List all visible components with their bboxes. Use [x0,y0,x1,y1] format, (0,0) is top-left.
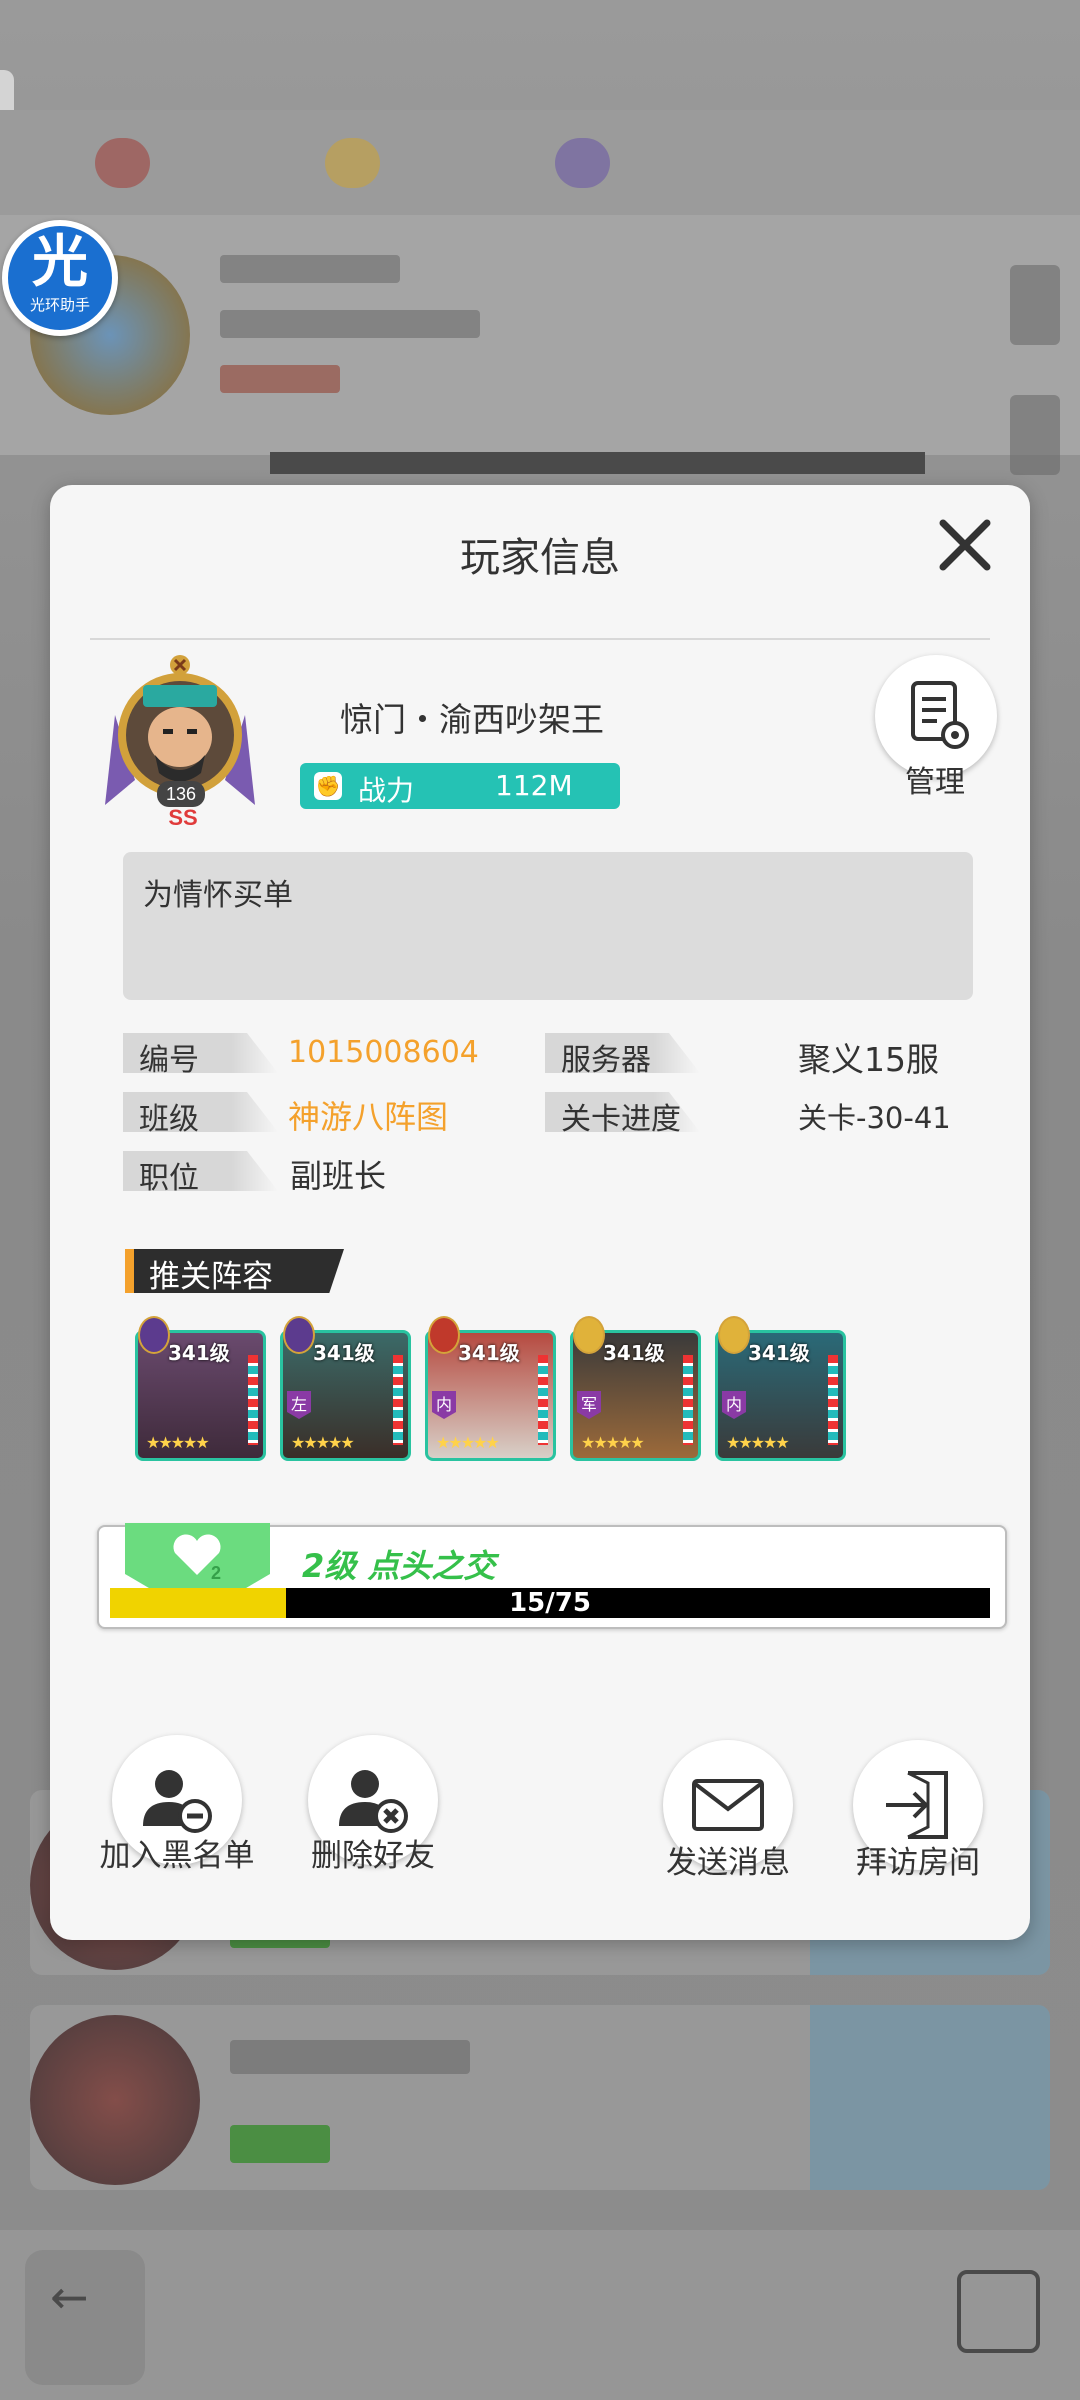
visit-room-label: 拜访房间 [856,1845,980,1881]
hero-tag: 内 [722,1391,746,1419]
flower-badge-icon [428,1316,460,1354]
hero-card[interactable]: 341级 ★★★★★ [135,1316,266,1465]
position-label: 职位 [123,1151,263,1196]
player-name: 惊门・渝西吵架王 [340,700,604,739]
power-value: 112M [495,769,573,802]
class-value[interactable]: 神游八阵图 [288,1092,448,1138]
background-player-card [0,215,1080,455]
id-label: 编号 [123,1033,263,1078]
hero-stars: ★★★★★ [726,1433,790,1452]
hero-tag: 军 [577,1391,601,1419]
player-info-dialog: 玩家信息 136 SS 惊门・渝西吵架王 ✊ 战力 112M 管理 为情怀买单 … [50,485,1030,1940]
hero-level: 341级 [748,1341,810,1365]
moon-badge-icon [283,1316,315,1354]
hero-level: 341级 [313,1341,375,1365]
server-label: 服务器 [545,1033,685,1078]
power-label: 战力 [358,774,415,807]
fist-icon: ✊ [314,772,342,800]
helper-label: 光环助手 [29,296,90,314]
stage-label: 关卡进度 [545,1092,685,1137]
stage-value: 关卡-30-41 [798,1101,951,1135]
hero-card[interactable]: 341级 军 ★★★★★ [570,1316,701,1465]
dialog-title: 玩家信息 [460,535,620,581]
signature-text: 为情怀买单 [143,878,293,913]
background-bottom-bar: ← [0,2230,1080,2400]
friendship-heart-tab: 2 [125,1523,270,1591]
door-enter-icon [886,1771,948,1839]
hero-stars: ★★★★★ [581,1433,645,1452]
id-value: 1015008604 [288,1035,479,1070]
title-divider [90,638,990,640]
background-list-row [30,2005,1050,2190]
player-avatar[interactable]: 136 SS [105,655,255,830]
class-label: 班级 [123,1092,263,1137]
background-progress [270,452,925,474]
back-arrow-icon: ← [25,2250,145,2385]
manage-label: 管理 [905,765,965,800]
player-level-badge: 136 [166,784,196,804]
background-square-icon [957,2270,1040,2353]
position-value: 副班长 [290,1157,387,1195]
hero-stars: ★★★★★ [291,1433,355,1452]
hero-card[interactable]: 341级 内 ★★★★★ [715,1316,846,1465]
friendship-level: 2级 点头之交 [302,1547,496,1585]
svg-text:SS: SS [168,805,197,830]
hero-stars: ★★★★★ [146,1433,210,1452]
helper-char: 光 [32,230,88,295]
helper-floating-button[interactable]: 光 光环助手 [2,220,118,336]
user-remove-icon [339,1770,408,1833]
friendship-progress-text: 15/75 [509,1588,591,1618]
hero-level: 341级 [603,1341,665,1365]
sun-badge-icon [718,1316,750,1354]
friendship-progress-bar: 15/75 [110,1588,990,1618]
server-value: 聚义15服 [798,1040,939,1079]
close-icon[interactable] [935,515,995,575]
send-message-label: 发送消息 [666,1845,790,1881]
hero-card[interactable]: 341级 内 ★★★★★ [425,1316,556,1465]
power-badge: ✊ 战力 112M [300,763,620,809]
hero-level: 341级 [168,1341,230,1365]
blacklist-label: 加入黑名单 [99,1838,255,1874]
moon-badge-icon [138,1316,170,1354]
hero-tag: 左 [287,1391,311,1419]
heart-icon: 2 [173,1534,221,1583]
signature-box: 为情怀买单 [123,852,973,1000]
svg-text:2: 2 [211,1563,221,1583]
hero-level: 341级 [458,1341,520,1365]
envelope-icon [692,1779,764,1831]
hero-card[interactable]: 341级 左 ★★★★★ [280,1316,411,1465]
hero-stars: ★★★★★ [436,1433,500,1452]
sun-badge-icon [573,1316,605,1354]
hero-tag: 内 [432,1391,456,1419]
background-tab-bar [0,110,1080,220]
delete-friend-label: 删除好友 [311,1838,435,1874]
user-minus-icon [143,1770,212,1833]
